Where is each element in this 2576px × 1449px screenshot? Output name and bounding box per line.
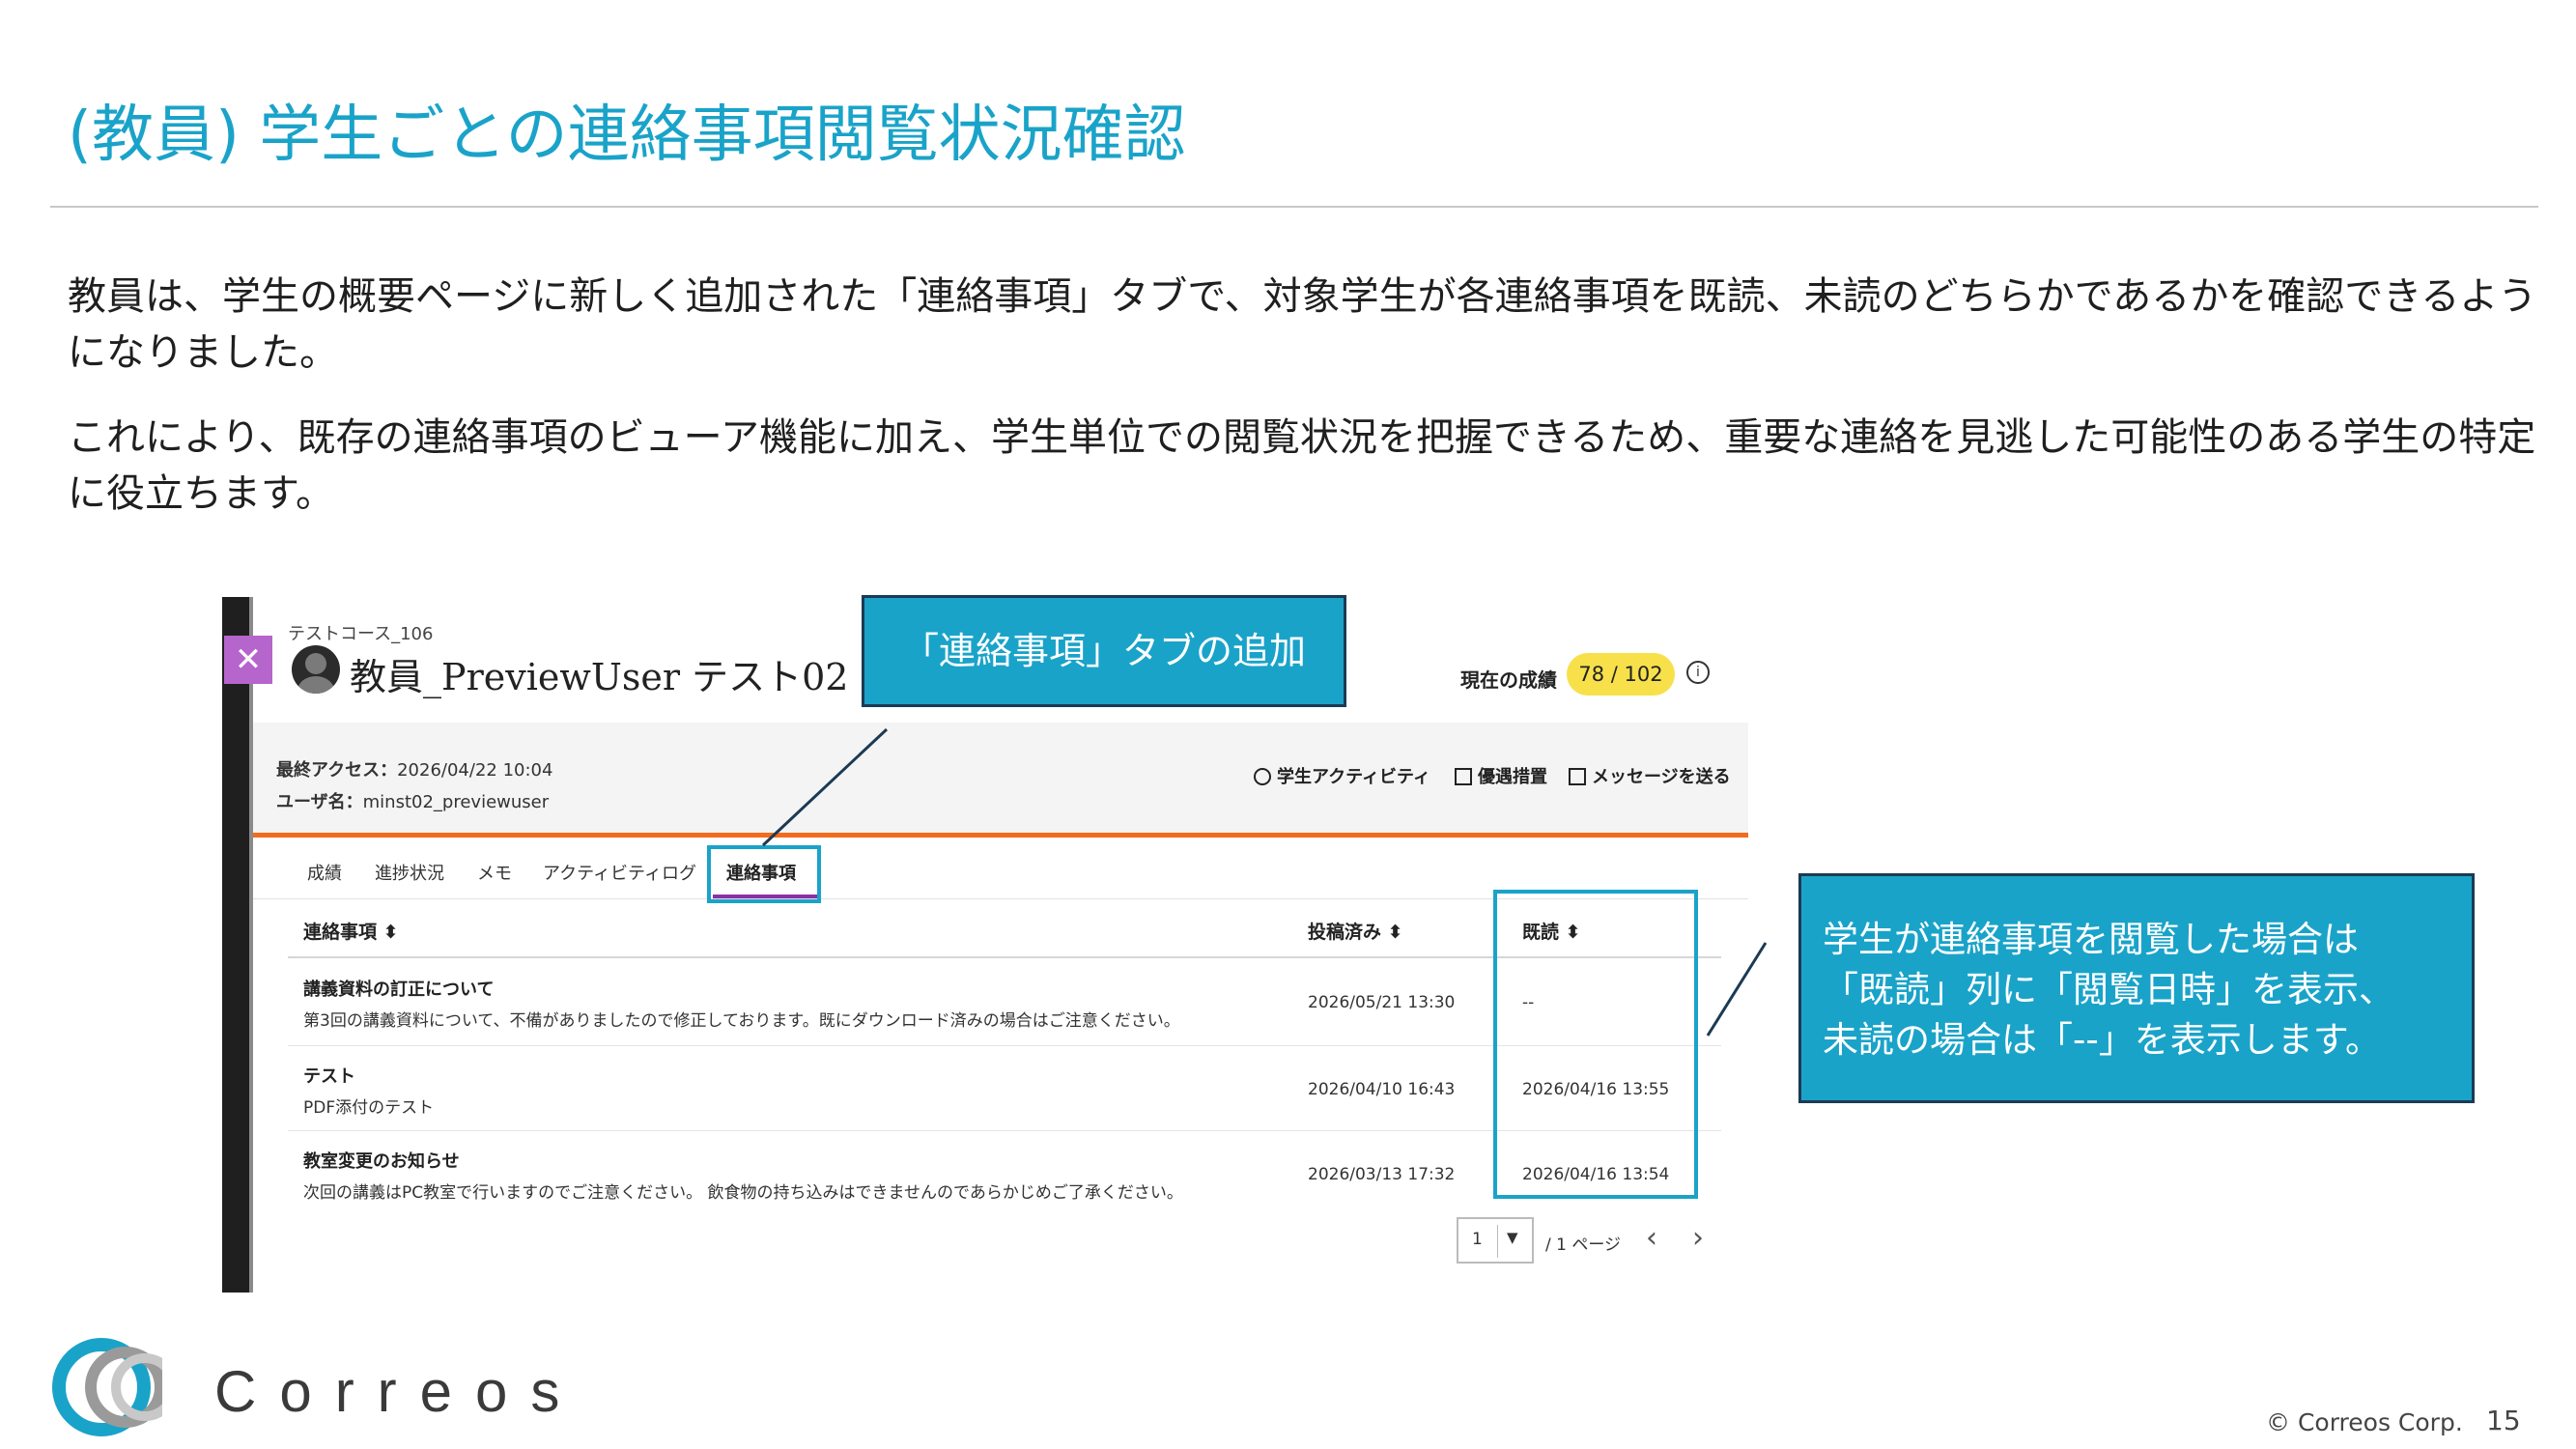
intro-paragraph-1: 教員は、学生の概要ページに新しく追加された「連絡事項」タブで、対象学生が各連絡事… bbox=[68, 274, 2537, 375]
page-select-divider bbox=[1497, 1225, 1498, 1258]
row-3-posted: 2026/03/13 17:32 bbox=[1308, 1165, 1456, 1184]
header-accent-rule bbox=[253, 833, 1748, 838]
clock-icon bbox=[1254, 768, 1271, 785]
row-1-title[interactable]: 講義資料の訂正について bbox=[303, 976, 494, 1001]
envelope-icon bbox=[1569, 768, 1586, 785]
brand-wordmark: Correos bbox=[214, 1359, 583, 1424]
row-2-title[interactable]: テスト bbox=[303, 1063, 355, 1088]
column-header-posted[interactable]: 投稿済み ⬍ bbox=[1308, 918, 1403, 944]
username-value: minst02_previewuser bbox=[362, 792, 550, 812]
tab-progress[interactable]: 進捗状況 bbox=[375, 860, 444, 885]
callout-tab-added: 「連絡事項」タブの追加 bbox=[862, 595, 1346, 707]
avatar bbox=[292, 645, 340, 694]
student-activity-label: 学生アクティビティ bbox=[1277, 767, 1430, 787]
page-select[interactable]: 1 ▼ bbox=[1457, 1217, 1534, 1264]
document-icon bbox=[1455, 768, 1472, 785]
intro-paragraph-2: これにより、既存の連絡事項のビューア機能に加え、学生単位での閲覧状況を把握できる… bbox=[68, 415, 2536, 516]
row-2-desc: PDF添付のテスト bbox=[303, 1098, 435, 1118]
row-3-title[interactable]: 教室変更のお知らせ bbox=[303, 1148, 460, 1173]
accommodations-button[interactable]: 優遇措置 bbox=[1455, 763, 1547, 788]
grade-label: 現在の成績 bbox=[1460, 668, 1557, 692]
title-divider bbox=[50, 206, 2538, 208]
username-row: ユーザ名：minst02_previewuser bbox=[276, 788, 549, 813]
caret-down-icon: ▼ bbox=[1507, 1229, 1518, 1246]
tab-grades[interactable]: 成績 bbox=[307, 860, 342, 885]
tab-activity-log[interactable]: アクティビティログ bbox=[543, 860, 696, 885]
callout-read-line-3: 未読の場合は「--」を表示します。 bbox=[1823, 1019, 2382, 1061]
callout-read-line-2: 「既読」列に「閲覧日時」を表示、 bbox=[1823, 969, 2394, 1010]
page-number: 15 bbox=[2486, 1405, 2521, 1436]
tab-highlight-box bbox=[707, 845, 821, 903]
left-gray-bar bbox=[249, 597, 253, 1293]
page-select-value: 1 bbox=[1472, 1230, 1483, 1249]
left-dark-bar bbox=[222, 597, 249, 1293]
slide-title: (教員) 学生ごとの連絡事項閲覧状況確認 bbox=[68, 99, 1186, 171]
grade-info-icon[interactable]: i bbox=[1686, 661, 1710, 684]
grade-badge[interactable]: 78 / 102 bbox=[1567, 653, 1675, 696]
row-2-posted: 2026/04/10 16:43 bbox=[1308, 1080, 1456, 1099]
student-name: 教員_PreviewUser テスト02 bbox=[350, 656, 849, 698]
column-header-announcement[interactable]: 連絡事項 ⬍ bbox=[303, 918, 399, 944]
tab-notes[interactable]: メモ bbox=[477, 860, 512, 885]
row-3-desc: 次回の講義はPC教室で行いますのでご注意ください。 飲食物の持ち込みはできません… bbox=[303, 1183, 1183, 1203]
username-label: ユーザ名： bbox=[276, 792, 363, 812]
send-message-button[interactable]: メッセージを送る bbox=[1569, 763, 1731, 788]
row-1-posted: 2026/05/21 13:30 bbox=[1308, 993, 1456, 1012]
accommodations-label: 優遇措置 bbox=[1478, 767, 1547, 787]
send-message-label: メッセージを送る bbox=[1592, 767, 1731, 787]
course-name: テストコース_106 bbox=[288, 624, 434, 644]
chevron-right-icon[interactable]: › bbox=[1692, 1221, 1704, 1255]
read-column-highlight-box bbox=[1493, 890, 1698, 1199]
last-access-label: 最終アクセス： bbox=[276, 760, 398, 781]
copyright: © Correos Corp. bbox=[2266, 1408, 2463, 1436]
row-1-desc: 第3回の講義資料について、不備がありましたので修正しております。既にダウンロード… bbox=[303, 1011, 1180, 1031]
student-activity-button[interactable]: 学生アクティビティ bbox=[1254, 763, 1430, 788]
last-access-row: 最終アクセス：2026/04/22 10:04 bbox=[276, 756, 552, 781]
correos-logo-icon bbox=[52, 1337, 193, 1437]
close-icon[interactable]: ✕ bbox=[224, 636, 272, 684]
chevron-left-icon[interactable]: ‹ bbox=[1646, 1221, 1657, 1255]
page-total: / 1 ページ bbox=[1545, 1236, 1622, 1255]
callout-read-info: 学生が連絡事項を閲覧した場合は 「既読」列に「閲覧日時」を表示、 未読の場合は「… bbox=[1798, 873, 2475, 1103]
callout-read-line-1: 学生が連絡事項を閲覧した場合は bbox=[1823, 919, 2359, 960]
last-access-value: 2026/04/22 10:04 bbox=[397, 760, 553, 781]
